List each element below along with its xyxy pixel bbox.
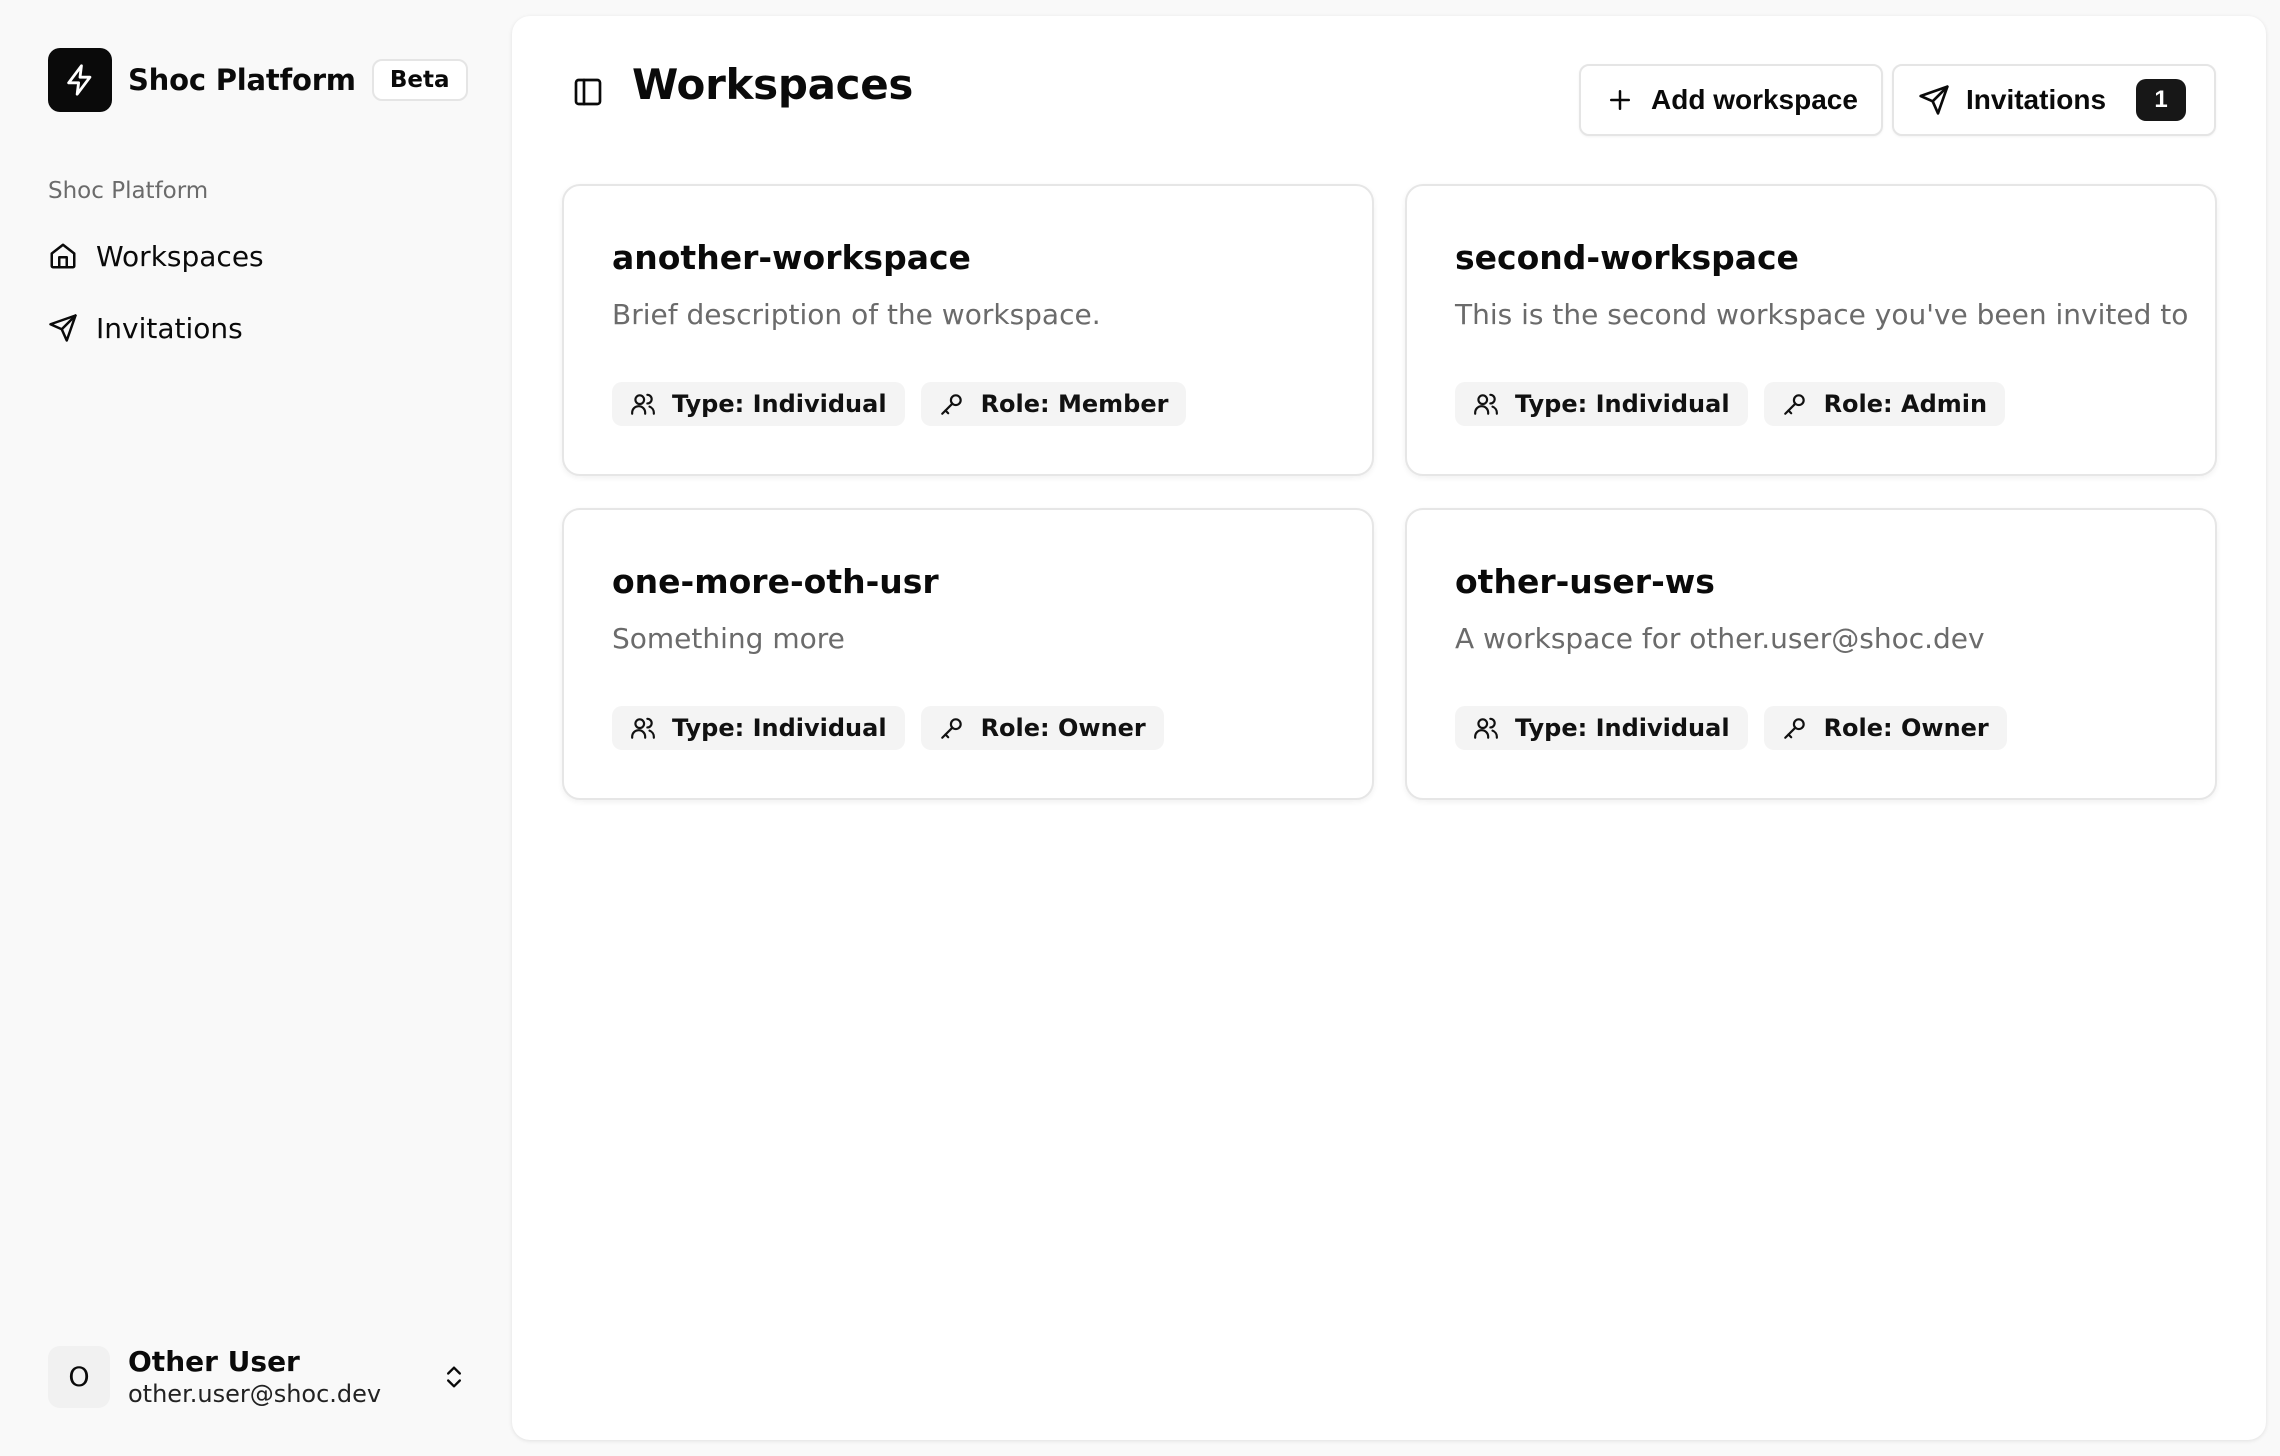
role-chip-label: Role: Member	[980, 390, 1169, 418]
type-chip-label: Type: Individual	[1515, 390, 1730, 418]
workspace-card[interactable]: one-more-oth-usr Something more Type: In…	[562, 508, 1374, 800]
invitations-count-badge: 1	[2136, 79, 2187, 121]
type-chip: Type: Individual	[612, 706, 905, 750]
user-menu[interactable]: O Other User other.user@shoc.dev	[48, 1345, 468, 1409]
user-email: other.user@shoc.dev	[128, 1380, 382, 1408]
workspace-description: This is the second workspace you've been…	[1455, 298, 2189, 331]
sidebar: Shoc Platform Beta Shoc Platform Workspa…	[0, 0, 510, 1456]
add-workspace-button[interactable]: Add workspace	[1579, 64, 1883, 136]
app-root: Shoc Platform Beta Shoc Platform Workspa…	[0, 0, 2280, 1456]
sidebar-item-label: Workspaces	[96, 239, 264, 273]
sidebar-item-workspaces[interactable]: Workspaces	[44, 226, 484, 286]
chevrons-up-down-icon[interactable]	[440, 1361, 468, 1393]
workspace-chips: Type: Individual Role: Owner	[612, 706, 1180, 750]
invitations-button[interactable]: Invitations 1	[1892, 64, 2216, 136]
workspace-name: one-more-oth-usr	[612, 562, 939, 601]
key-icon	[1783, 394, 1805, 415]
workspace-chips: Type: Individual Role: Member	[612, 382, 1202, 426]
workspace-card[interactable]: another-workspace Brief description of t…	[562, 184, 1374, 476]
role-chip: Role: Member	[920, 382, 1187, 426]
role-chip-label: Role: Owner	[980, 714, 1146, 742]
brand-name: Shoc Platform	[128, 63, 356, 97]
brand[interactable]: Shoc Platform Beta	[48, 48, 468, 112]
role-chip: Role: Owner	[1763, 706, 2007, 750]
type-chip: Type: Individual	[612, 382, 905, 426]
type-chip-label: Type: Individual	[672, 714, 887, 742]
workspace-card[interactable]: second-workspace This is the second work…	[1405, 184, 2217, 476]
role-chip: Role: Owner	[920, 706, 1164, 750]
beta-badge: Beta	[371, 59, 468, 101]
workspace-description: A workspace for other.user@shoc.dev	[1455, 622, 1985, 655]
workspace-name: second-workspace	[1455, 238, 1799, 277]
home-icon	[50, 243, 76, 269]
key-icon	[940, 718, 962, 739]
users-icon	[631, 393, 655, 415]
workspace-chips: Type: Individual Role: Admin	[1455, 382, 2021, 426]
workspace-description: Brief description of the workspace.	[612, 298, 1101, 331]
sidebar-item-label: Invitations	[96, 311, 243, 345]
invitations-label: Invitations	[1966, 84, 2107, 115]
send-icon	[49, 314, 77, 342]
user-name: Other User	[128, 1345, 300, 1378]
role-chip-label: Role: Admin	[1823, 390, 1988, 418]
user-text: Other User other.user@shoc.dev	[128, 1345, 468, 1409]
avatar: O	[48, 1346, 110, 1408]
add-workspace-label: Add workspace	[1651, 84, 1858, 115]
sidebar-toggle-icon[interactable]	[572, 76, 604, 108]
users-icon	[1474, 393, 1498, 415]
type-chip-label: Type: Individual	[672, 390, 887, 418]
type-chip-label: Type: Individual	[1515, 714, 1730, 742]
plus-icon	[1610, 90, 1630, 110]
main-panel: Workspaces Add workspace Invitations 1 a…	[512, 16, 2266, 1440]
lightning-bolt-icon	[48, 48, 112, 112]
sidebar-item-invitations[interactable]: Invitations	[44, 298, 484, 358]
workspace-name: other-user-ws	[1455, 562, 1715, 601]
type-chip: Type: Individual	[1455, 706, 1748, 750]
type-chip: Type: Individual	[1455, 382, 1748, 426]
send-icon	[1919, 85, 1949, 115]
key-icon	[1783, 718, 1805, 739]
role-chip-label: Role: Owner	[1823, 714, 1989, 742]
key-icon	[940, 394, 962, 415]
workspace-description: Something more	[612, 622, 845, 655]
workspace-name: another-workspace	[612, 238, 971, 277]
role-chip: Role: Admin	[1763, 382, 2006, 426]
users-icon	[1474, 717, 1498, 739]
users-icon	[631, 717, 655, 739]
page-title: Workspaces	[632, 60, 914, 109]
sidebar-group-label: Shoc Platform	[48, 178, 209, 204]
workspace-card[interactable]: other-user-ws A workspace for other.user…	[1405, 508, 2217, 800]
workspace-chips: Type: Individual Role: Owner	[1455, 706, 2023, 750]
